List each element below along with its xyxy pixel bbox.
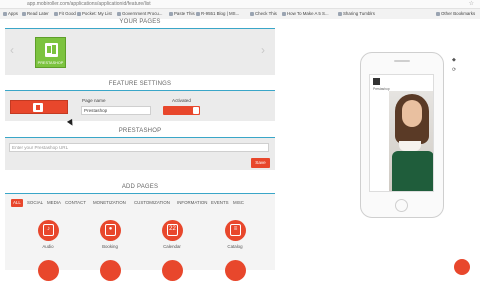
activated-label: Activated	[172, 98, 191, 103]
add-page-catalog[interactable]: ≡	[225, 220, 246, 241]
save-button[interactable]: Save	[251, 158, 270, 168]
bookmark-icon	[169, 11, 173, 16]
catalog-icon: ≡	[230, 224, 241, 236]
page-tile-prestashop[interactable]: PRESTASHOP	[35, 37, 66, 68]
tab-all[interactable]: ALL	[11, 199, 23, 207]
phone-preview: Prestashop	[360, 52, 444, 218]
bookmark-paste-this[interactable]: Paste This	[169, 9, 195, 18]
bookmark-icon	[250, 11, 254, 16]
folder-icon	[436, 11, 440, 16]
tab-monetization[interactable]: MONETIZATION	[93, 199, 126, 207]
page-tile-label: PRESTASHOP	[37, 61, 64, 65]
add-page-label: Audio	[42, 244, 54, 249]
prestashop-icon	[45, 43, 58, 57]
booking-icon: ●	[105, 224, 116, 236]
tab-social[interactable]: SOCIAL	[27, 199, 43, 207]
add-page-calendar[interactable]: 22	[162, 220, 183, 241]
prestashop-title: PRESTASHOP	[118, 128, 162, 134]
tab-customization[interactable]: CUSTOMIZATION	[134, 199, 170, 207]
bookmark-government[interactable]: Government Procu...	[117, 9, 163, 18]
calendar-icon: 22	[167, 224, 178, 236]
bookmark-sharing-tumblrs[interactable]: Sharing Tumblrs	[338, 9, 375, 18]
tab-events[interactable]: EVENTS	[211, 199, 229, 207]
apps-icon	[3, 11, 7, 16]
app-logo-icon	[373, 78, 380, 85]
photo-face	[402, 100, 422, 127]
add-pages-title: ADD PAGES	[121, 184, 159, 190]
tab-media[interactable]: MEDIA	[47, 199, 61, 207]
tab-contact[interactable]: CONTACT	[65, 199, 86, 207]
bookmark-icon	[338, 11, 342, 16]
bookmark-other[interactable]: Other Bookmarks	[436, 9, 475, 18]
photo-cup	[399, 141, 421, 151]
add-page-item[interactable]	[38, 260, 59, 281]
bookmark-read-later[interactable]: Read Later	[22, 9, 49, 18]
toggle-knob	[193, 107, 199, 114]
add-page-item[interactable]	[225, 260, 246, 281]
add-page-item[interactable]	[100, 260, 121, 281]
browser-chrome: app.mobiroller.com/applications/applicat…	[0, 0, 480, 20]
address-url[interactable]: app.mobiroller.com/applications/applicat…	[27, 0, 151, 8]
screen-title: Prestashop	[373, 87, 390, 91]
add-page-label: Booking	[102, 244, 118, 249]
builder-page: YOUR PAGES ‹ › PRESTASHOP FEATURE SETTIN…	[0, 19, 480, 281]
bookmark-icon	[54, 11, 58, 16]
preview-photo	[389, 91, 433, 191]
your-pages-title: YOUR PAGES	[119, 19, 161, 25]
address-bar[interactable]: app.mobiroller.com/applications/applicat…	[0, 0, 480, 9]
page-name-label: Page name	[82, 98, 106, 103]
prestashop-icon	[33, 103, 43, 112]
refresh-icon[interactable]: ⟳	[452, 68, 457, 73]
bookmark-how-to[interactable]: How To Make A 5 S...	[282, 9, 329, 18]
add-page-booking[interactable]: ●	[100, 220, 121, 241]
prestashop-url-field[interactable]: Enter your Prestashop URL	[9, 143, 269, 152]
activated-toggle[interactable]	[163, 106, 200, 115]
prev-arrow-icon[interactable]: ‹	[10, 44, 14, 56]
bookmark-icon	[196, 11, 200, 16]
bookmark-pocket[interactable]: Pocket: My List	[77, 9, 112, 18]
add-page-item[interactable]	[162, 260, 183, 281]
next-arrow-icon[interactable]: ›	[261, 44, 265, 56]
add-page-label: Calendar	[163, 244, 181, 249]
phone-speaker	[394, 60, 410, 62]
phone-screen: Prestashop	[369, 74, 434, 192]
audio-icon: ♪	[43, 224, 54, 236]
bookmark-icon	[282, 11, 286, 16]
bookmark-icon	[22, 11, 26, 16]
bookmark-star-icon[interactable]: ☆	[469, 0, 474, 8]
bookmark-apps[interactable]: Apps	[3, 9, 18, 18]
page-name-field[interactable]: Prestashop	[81, 106, 151, 115]
floating-action-button[interactable]	[454, 259, 470, 275]
add-page-audio[interactable]: ♪	[38, 220, 59, 241]
bookmark-icon	[117, 11, 121, 16]
bookmark-fit-good[interactable]: Fit Good	[54, 9, 76, 18]
feature-settings-title: FEATURE SETTINGS	[108, 81, 172, 87]
bookmark-blog[interactable]: R-9551 Blog | MS...	[196, 9, 239, 18]
feature-icon-button[interactable]	[10, 100, 68, 114]
tab-information[interactable]: INFORMATION	[177, 199, 207, 207]
rotate-icon[interactable]: ◆	[452, 58, 457, 63]
bookmark-icon	[77, 11, 81, 16]
tab-misc[interactable]: MISC	[233, 199, 244, 207]
photo-apron	[392, 151, 433, 191]
bookmark-check-this[interactable]: Check This	[250, 9, 277, 18]
phone-home-button	[395, 199, 408, 212]
add-page-label: Catalog	[227, 244, 243, 249]
